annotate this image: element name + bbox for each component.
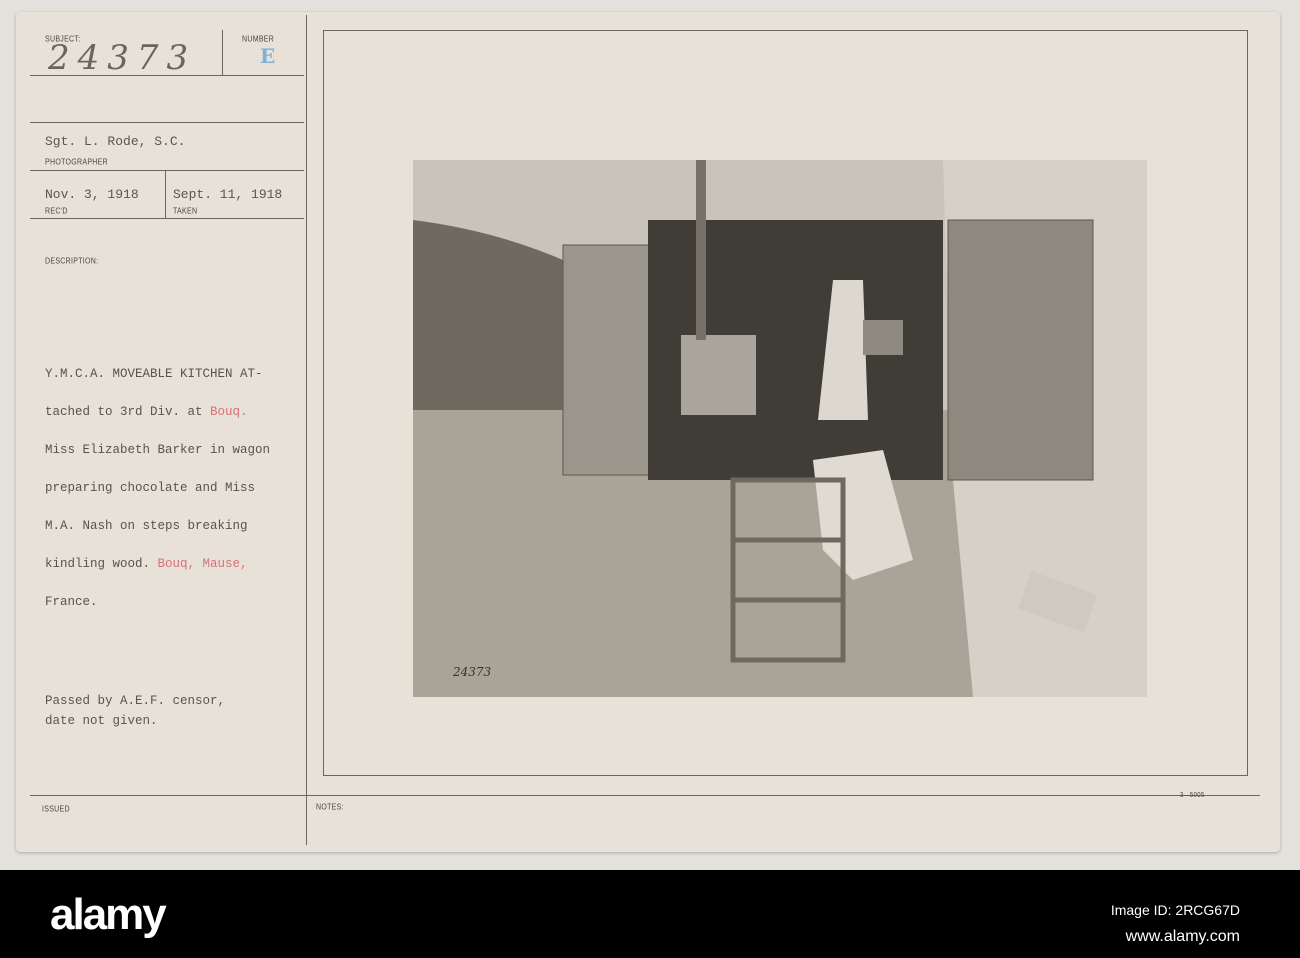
censor-note-line1: Passed by A.E.F. censor, xyxy=(45,694,226,708)
taken-label: TAKEN xyxy=(173,207,198,216)
received-date: Nov. 3, 1918 xyxy=(45,187,139,202)
received-label: REC'D xyxy=(45,207,68,216)
subject-number: 24373 xyxy=(48,38,197,78)
photo-stamp-number: 24373 xyxy=(453,665,492,679)
notes-label: NOTES: xyxy=(316,803,344,812)
description-label: DESCRIPTION: xyxy=(45,257,99,266)
site-url[interactable]: www.alamy.com xyxy=(1126,928,1240,946)
photographer-name: Sgt. L. Rode, S.C. xyxy=(45,134,186,149)
image-id: Image ID: 2RCG67D xyxy=(1110,902,1240,918)
description-text: Y.M.C.A. MOVEABLE KITCHEN AT- tached to … xyxy=(45,367,271,609)
censor-note-line2: date not given. xyxy=(45,714,158,728)
form-number: 3—5005 xyxy=(1180,792,1205,800)
photographer-label: PHOTOGRAPHER xyxy=(45,158,108,167)
number-stamp: E xyxy=(260,44,276,68)
issued-label: ISSUED xyxy=(42,805,70,814)
historical-photograph: 24373 xyxy=(413,160,1147,697)
number-label: NUMBER xyxy=(242,35,275,44)
alamy-logo: alamy xyxy=(50,890,167,939)
taken-date: Sept. 11, 1918 xyxy=(173,187,283,202)
stock-footer-bar xyxy=(0,870,1300,958)
